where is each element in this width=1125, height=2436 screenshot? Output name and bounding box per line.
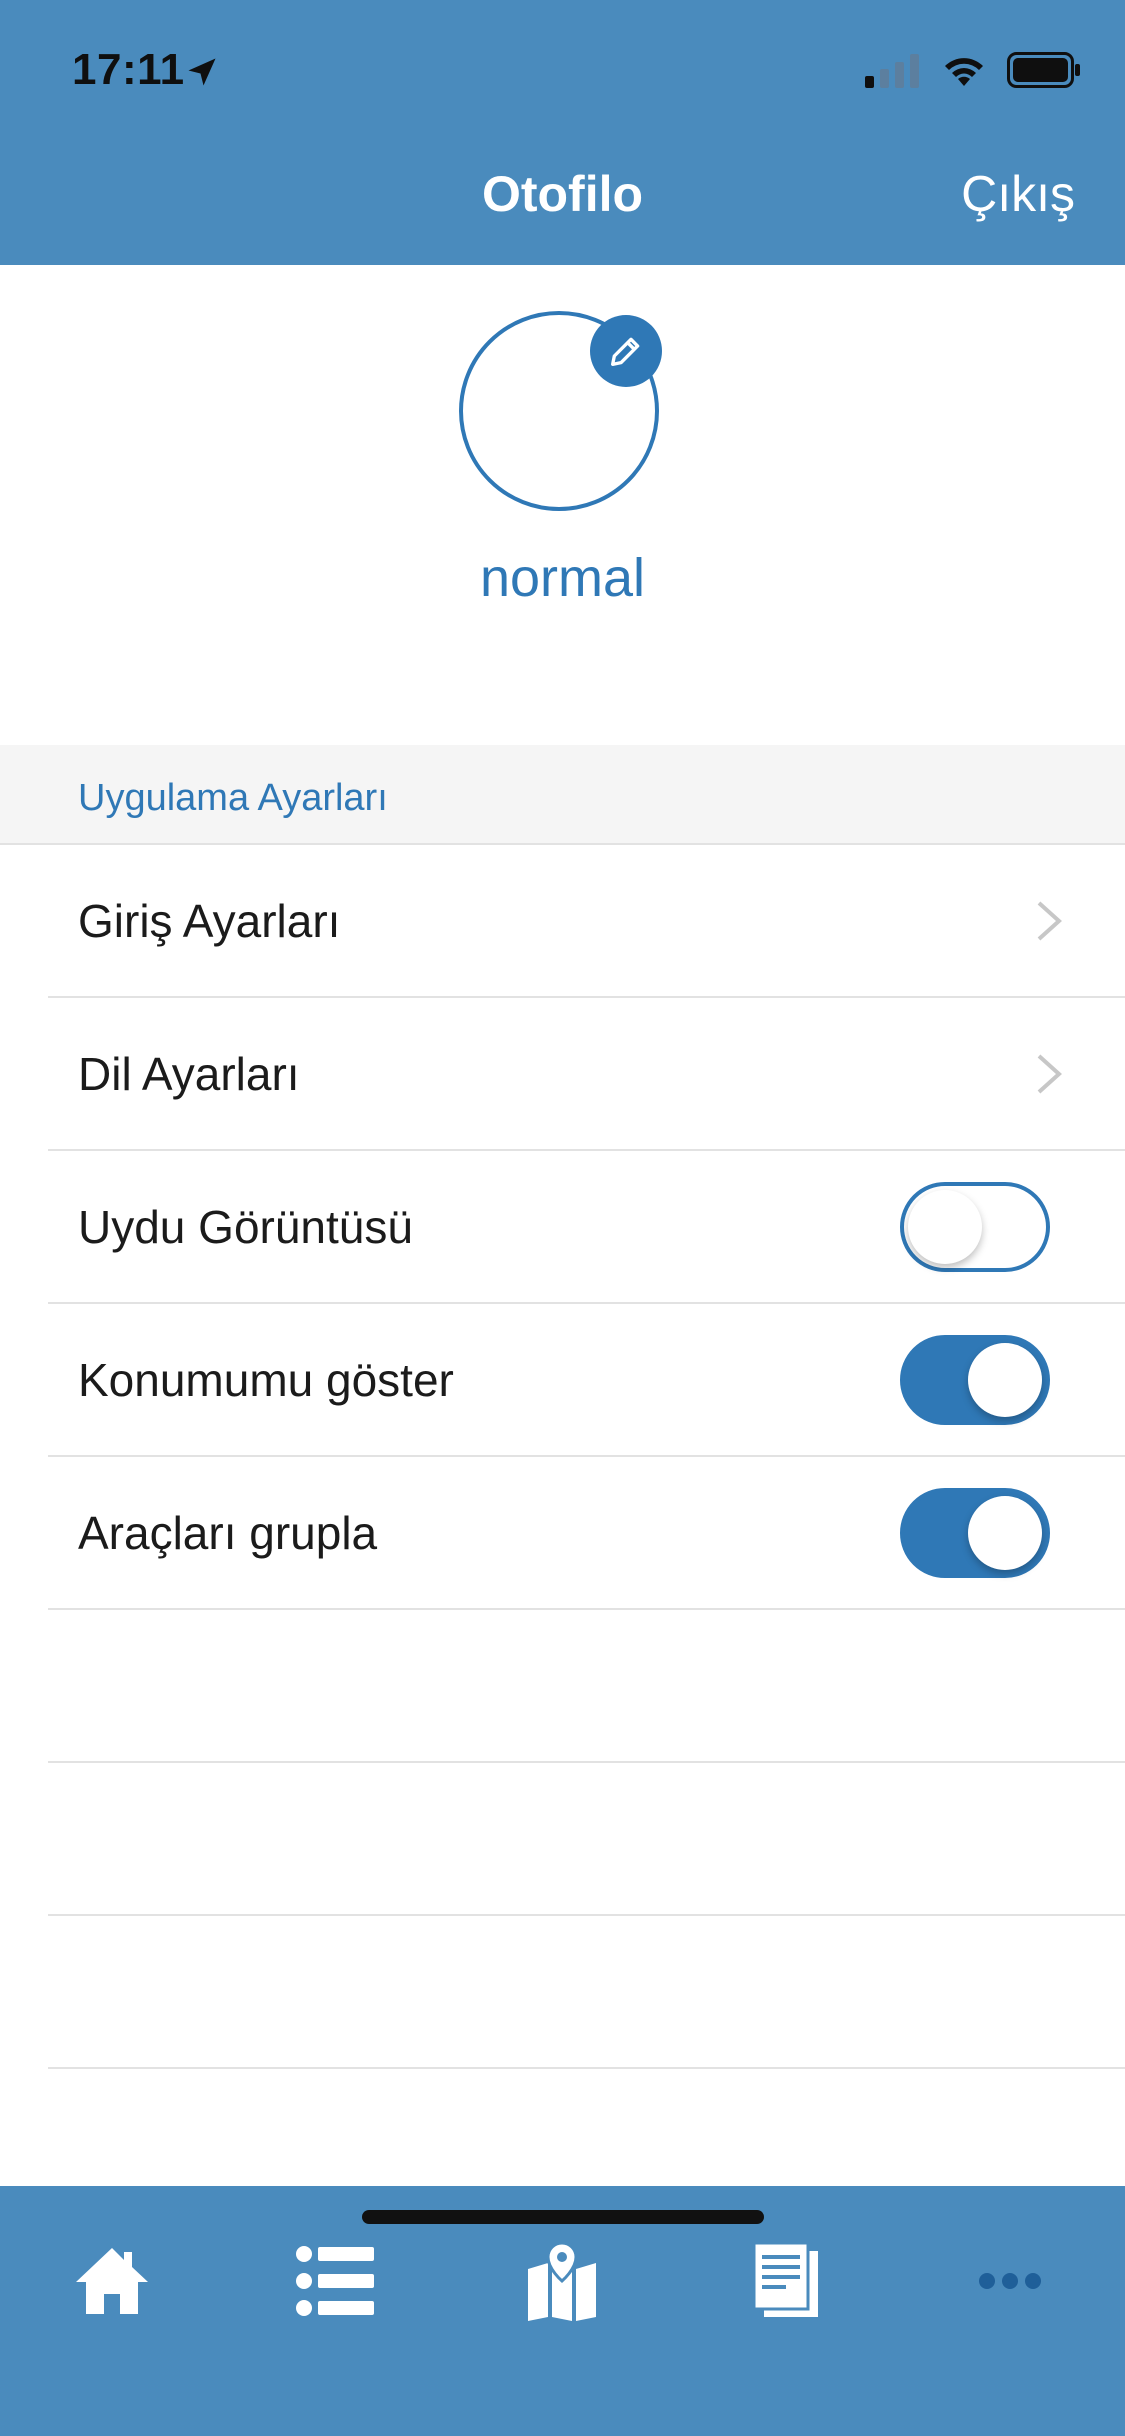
settings-row-label: Uydu Görüntüsü xyxy=(78,1200,413,1253)
home-indicator xyxy=(362,2210,764,2224)
tab-map[interactable] xyxy=(502,2226,622,2336)
status-time: 17:11 xyxy=(72,45,185,94)
settings-row-label: Araçları grupla xyxy=(78,1506,378,1559)
settings-row-login[interactable]: Giriş Ayarları xyxy=(48,845,1125,998)
page-title: Otofilo xyxy=(481,166,644,222)
pencil-icon xyxy=(611,337,640,366)
location-arrow-icon xyxy=(188,58,216,86)
home-icon xyxy=(76,2248,148,2314)
battery-icon xyxy=(1007,52,1080,88)
map-pin-icon xyxy=(528,2241,596,2321)
toggle-knob xyxy=(968,1495,1042,1570)
group-vehicles-toggle[interactable] xyxy=(900,1487,1050,1578)
tab-reports[interactable] xyxy=(726,2226,846,2336)
settings-row-group-vehicles: Araçları grupla xyxy=(48,1457,1125,1610)
tab-list[interactable] xyxy=(276,2226,396,2336)
tab-more[interactable] xyxy=(950,2226,1070,2336)
empty-row xyxy=(48,1916,1125,2069)
username: normal xyxy=(479,548,646,608)
edit-avatar-button[interactable] xyxy=(590,315,662,387)
settings-row-label: Dil Ayarları xyxy=(78,1047,300,1100)
status-bar: 17:11 xyxy=(0,40,1125,100)
satellite-toggle[interactable] xyxy=(900,1181,1050,1272)
settings-screen: 17:11 Otofilo Çıkış normal Uygulama Ayar… xyxy=(0,0,1125,2436)
settings-row-label: Giriş Ayarları xyxy=(78,894,341,947)
signal-icon xyxy=(865,54,919,88)
toggle-knob xyxy=(908,1189,982,1264)
settings-row-language[interactable]: Dil Ayarları xyxy=(48,998,1125,1151)
wifi-icon xyxy=(945,58,983,86)
settings-list: Giriş Ayarları Dil Ayarları Uydu Görüntü… xyxy=(0,845,1125,2069)
section-title: Uygulama Ayarları xyxy=(78,777,388,819)
settings-row-show-location: Konumumu göster xyxy=(48,1304,1125,1457)
more-icon xyxy=(979,2273,1041,2289)
logout-button[interactable]: Çıkış xyxy=(961,165,1075,223)
chevron-right-icon xyxy=(1037,901,1062,940)
settings-row-satellite: Uydu Görüntüsü xyxy=(48,1151,1125,1304)
show-location-toggle[interactable] xyxy=(900,1334,1050,1425)
profile-section: normal xyxy=(0,265,1125,745)
section-header: Uygulama Ayarları xyxy=(0,745,1125,845)
empty-row xyxy=(48,1610,1125,1763)
top-bar: 17:11 Otofilo Çıkış xyxy=(0,0,1125,265)
document-icon xyxy=(752,2241,818,2317)
toggle-knob xyxy=(968,1342,1042,1417)
settings-row-label: Konumumu göster xyxy=(78,1353,454,1406)
empty-row xyxy=(48,1763,1125,1916)
list-icon xyxy=(296,2246,374,2316)
tab-home[interactable] xyxy=(52,2226,172,2336)
navigation-bar: Otofilo Çıkış xyxy=(0,155,1125,245)
chevron-right-icon xyxy=(1037,1054,1062,1093)
status-icons xyxy=(865,48,1081,92)
